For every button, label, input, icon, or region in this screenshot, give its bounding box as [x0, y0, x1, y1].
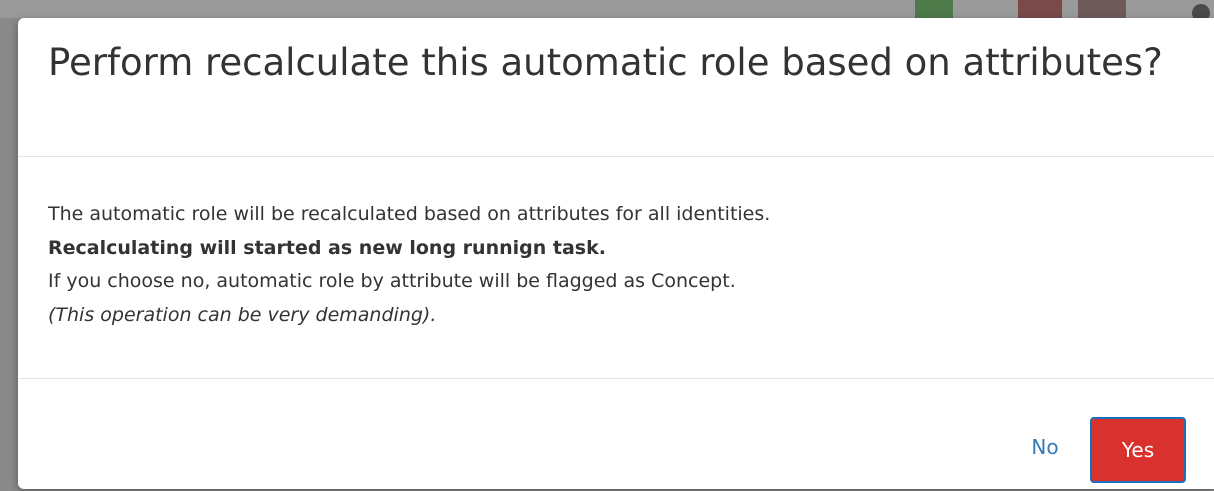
background-tile	[1018, 0, 1062, 18]
yes-button[interactable]: Yes	[1090, 417, 1186, 483]
confirm-dialog: Perform recalculate this automatic role …	[18, 18, 1214, 489]
no-button[interactable]: No	[1014, 419, 1076, 475]
background-tile	[1078, 0, 1126, 18]
dialog-message-line: If you choose no, automatic role by attr…	[48, 270, 736, 292]
dialog-body: The automatic role will be recalculated …	[18, 157, 1214, 379]
dialog-title: Perform recalculate this automatic role …	[48, 41, 1163, 84]
dialog-message-line: The automatic role will be recalculated …	[48, 203, 771, 225]
background-tile	[915, 0, 953, 18]
dialog-message-warning: Recalculating will started as new long r…	[48, 237, 606, 259]
background-page	[0, 0, 1214, 18]
dialog-footer: No Yes	[18, 379, 1214, 489]
dialog-message-note: (This operation can be very demanding).	[48, 304, 437, 326]
dialog-header: Perform recalculate this automatic role …	[18, 18, 1214, 157]
